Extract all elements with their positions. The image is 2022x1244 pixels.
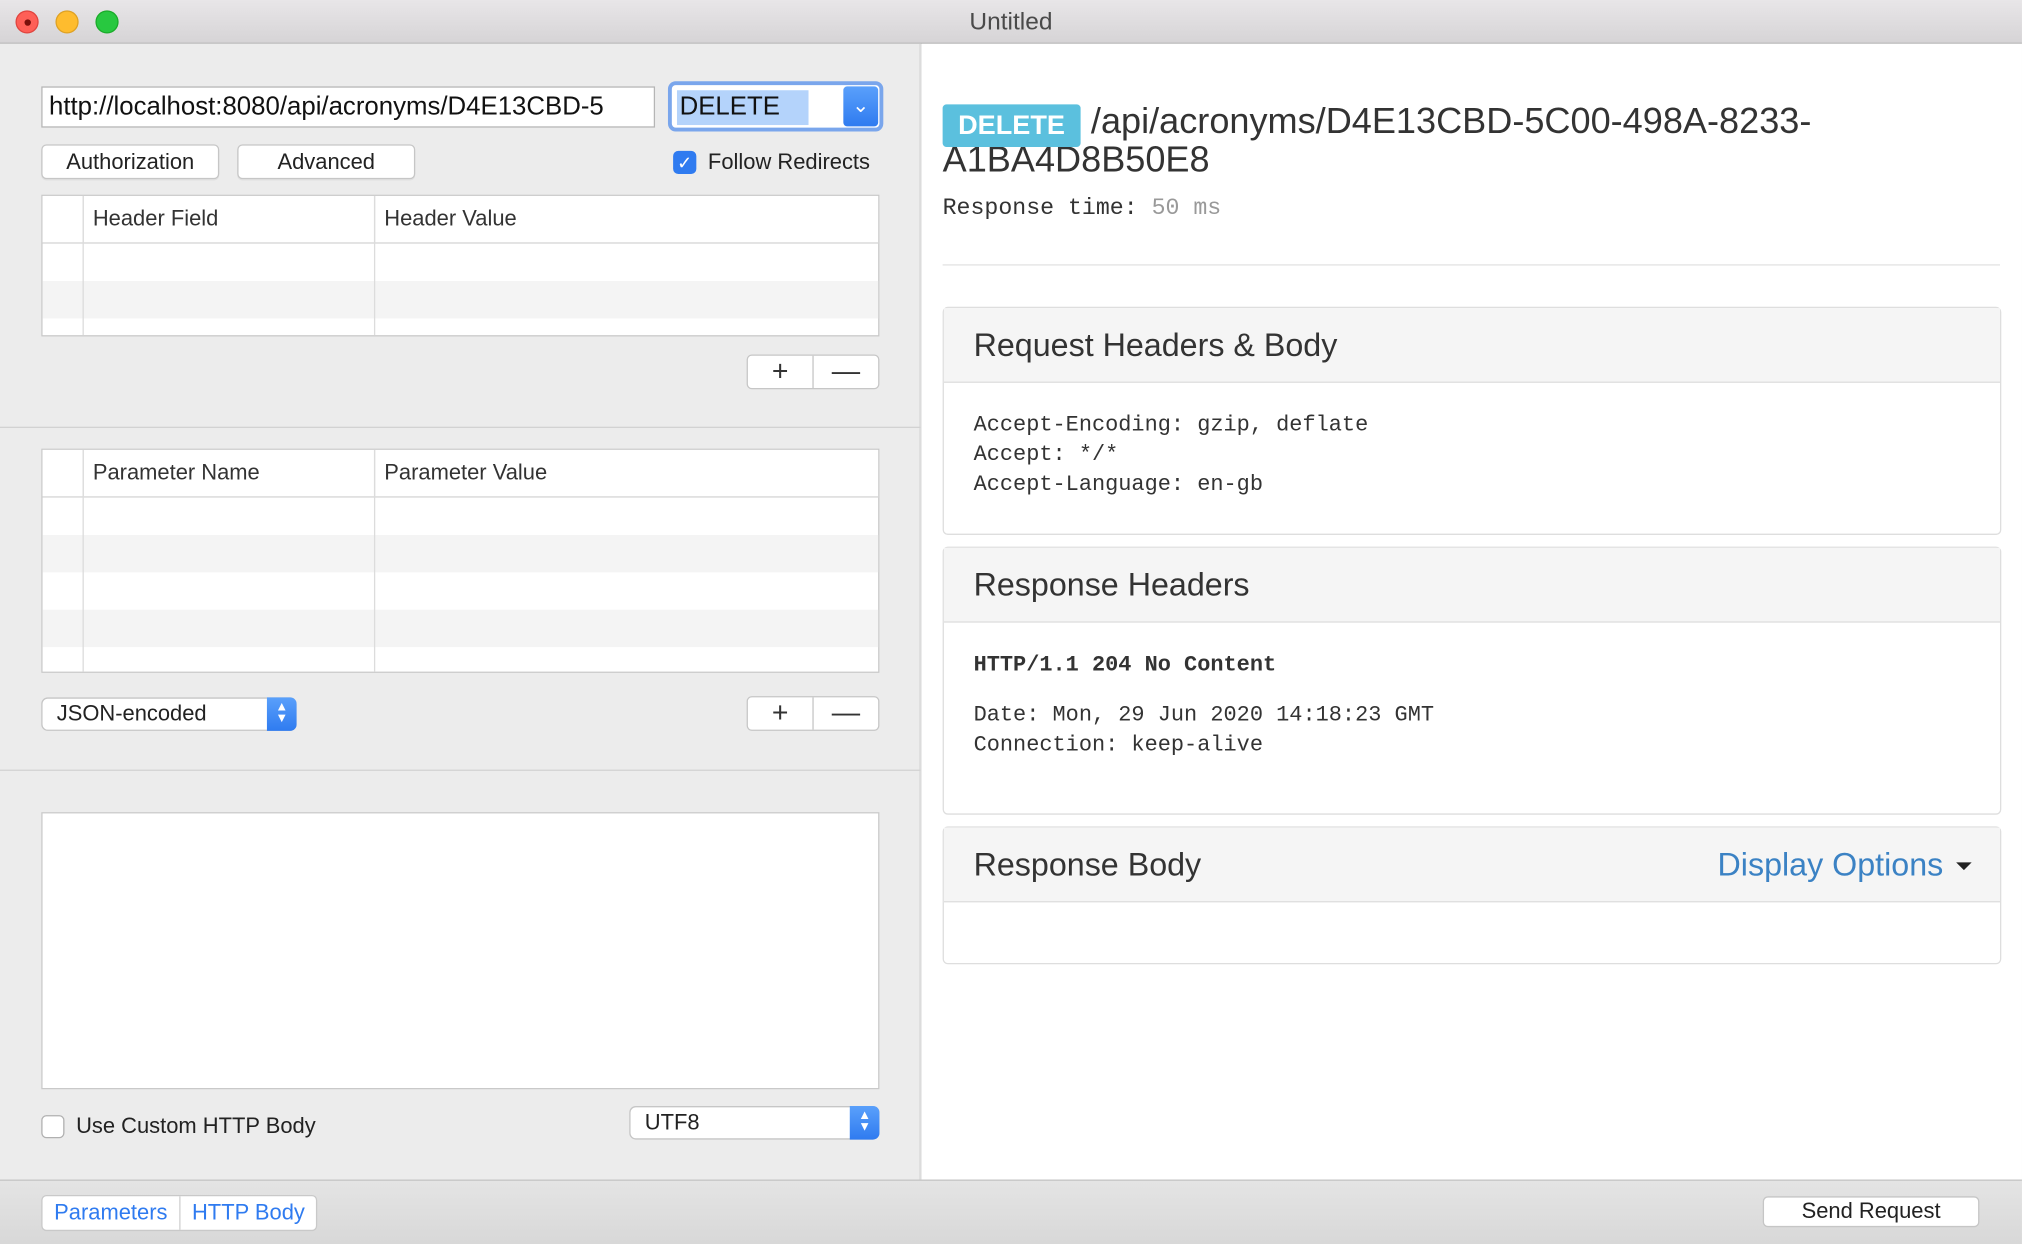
column-divider — [373, 195, 376, 336]
column-header-field[interactable]: Header Field — [82, 195, 374, 244]
headers-table-header: Header Field Header Value — [42, 195, 879, 244]
response-headers-list: HTTP/1.1 204 No Content Date: Mon, 29 Ju… — [944, 623, 2000, 789]
headers-add-remove-control: + — — [746, 354, 880, 390]
display-options-label: Display Options — [1717, 846, 1944, 884]
charset-select-value: UTF8 — [644, 1109, 700, 1135]
params-add-remove-control: + — — [746, 696, 880, 731]
table-row[interactable] — [43, 244, 879, 281]
tab-http-body[interactable]: HTTP Body — [179, 1196, 316, 1230]
parameters-table: Parameter Name Parameter Value — [41, 448, 880, 673]
follow-redirects-label: Follow Redirects — [707, 149, 870, 175]
method-select-value: DELETE — [676, 90, 809, 126]
header-line: Connection: keep-alive — [973, 733, 1263, 758]
editor-tabs: Parameters HTTP Body — [41, 1194, 318, 1232]
header-line: Accept: */* — [973, 443, 1119, 468]
header-line: Accept-Language: en-gb — [973, 473, 1263, 498]
title-bar: Untitled — [0, 0, 2022, 44]
bottom-bar: Parameters HTTP Body Send Request — [0, 1179, 2022, 1244]
encoding-select[interactable]: JSON-encoded ▲ ▼ — [41, 697, 297, 731]
response-panel: /api/acronyms/D4E13CBD-5C00-498A-8233-A1… — [921, 43, 2022, 1180]
headers-table: Header Field Header Value — [41, 194, 880, 337]
request-path: /api/acronyms/D4E13CBD-5C00-498A-8233-A1… — [942, 100, 1812, 180]
separator — [942, 264, 2001, 266]
url-input[interactable]: http://localhost:8080/api/acronyms/D4E13… — [41, 86, 656, 128]
add-parameter-button[interactable]: + — [748, 697, 812, 729]
header-line: Accept-Encoding: gzip, deflate — [973, 413, 1369, 439]
request-headers-list: Accept-Encoding: gzip, deflate Accept: *… — [944, 383, 2000, 529]
caret-down-icon — [1956, 862, 1972, 871]
checkmark-icon[interactable]: ✓ — [673, 150, 697, 175]
column-parameter-value[interactable]: Parameter Value — [373, 449, 879, 498]
authorization-button[interactable]: Authorization — [41, 144, 220, 180]
column-divider — [82, 449, 84, 672]
checkbox-icon[interactable] — [41, 1115, 65, 1139]
display-options-menu[interactable]: Display Options — [1718, 828, 1972, 903]
column-divider — [373, 449, 376, 672]
send-request-button[interactable]: Send Request — [1762, 1196, 1980, 1228]
section-divider — [0, 426, 921, 428]
section-title: Request Headers & Body — [943, 308, 2001, 383]
section-title: Response Headers — [943, 547, 2001, 623]
window-title: Untitled — [969, 9, 1053, 37]
parameters-table-header: Parameter Name Parameter Value — [42, 449, 879, 498]
charset-select[interactable]: UTF8 ▲ ▼ — [629, 1106, 880, 1140]
column-header-value[interactable]: Header Value — [373, 195, 879, 244]
encoding-select-value: JSON-encoded — [56, 701, 207, 726]
section-divider — [0, 769, 921, 771]
table-row[interactable] — [42, 281, 879, 319]
remove-header-button[interactable]: — — [812, 355, 878, 389]
app-window: Untitled http://localhost:8080/api/acron… — [0, 0, 2022, 1244]
column-parameter-name[interactable]: Parameter Name — [82, 449, 374, 498]
use-custom-body-label: Use Custom HTTP Body — [76, 1113, 316, 1139]
header-line: Date: Mon, 29 Jun 2020 14:18:23 GMT — [973, 703, 1435, 729]
table-row[interactable] — [43, 498, 879, 535]
use-custom-body-toggle[interactable]: Use Custom HTTP Body — [41, 1113, 316, 1140]
up-down-arrows-icon[interactable]: ▲ ▼ — [266, 697, 297, 731]
section-title: Response Body — [973, 846, 1202, 884]
table-row[interactable] — [42, 609, 879, 648]
chevron-down-icon[interactable]: ⌄ — [843, 86, 879, 127]
add-header-button[interactable]: + — [748, 355, 812, 388]
remove-parameter-button[interactable]: — — [812, 697, 878, 730]
response-body-section: Response Body Display Options — [942, 826, 2002, 965]
method-badge: DELETE — [942, 104, 1081, 147]
table-row[interactable] — [42, 534, 879, 573]
request-editor-panel: http://localhost:8080/api/acronyms/D4E13… — [0, 43, 921, 1180]
status-line: HTTP/1.1 204 No Content — [973, 653, 1277, 679]
follow-redirects-toggle[interactable]: ✓ Follow Redirects — [673, 150, 870, 176]
column-divider — [82, 195, 84, 336]
response-time: Response time: 50 ms — [943, 196, 1222, 222]
response-headers-section: Response Headers HTTP/1.1 204 No Content… — [942, 546, 2002, 815]
up-down-arrows-icon[interactable]: ▲ ▼ — [849, 1106, 880, 1140]
method-select[interactable]: DELETE ⌄ — [667, 81, 884, 132]
advanced-button[interactable]: Advanced — [237, 144, 416, 180]
section-header: Response Body Display Options — [943, 827, 2001, 903]
tab-parameters[interactable]: Parameters — [43, 1196, 180, 1230]
http-body-textarea[interactable] — [41, 812, 880, 1090]
request-headers-section: Request Headers & Body Accept-Encoding: … — [942, 306, 2002, 535]
response-time-value: 50 ms — [1151, 195, 1222, 222]
response-time-label: Response time: — [942, 195, 1138, 222]
table-row[interactable] — [43, 572, 879, 609]
